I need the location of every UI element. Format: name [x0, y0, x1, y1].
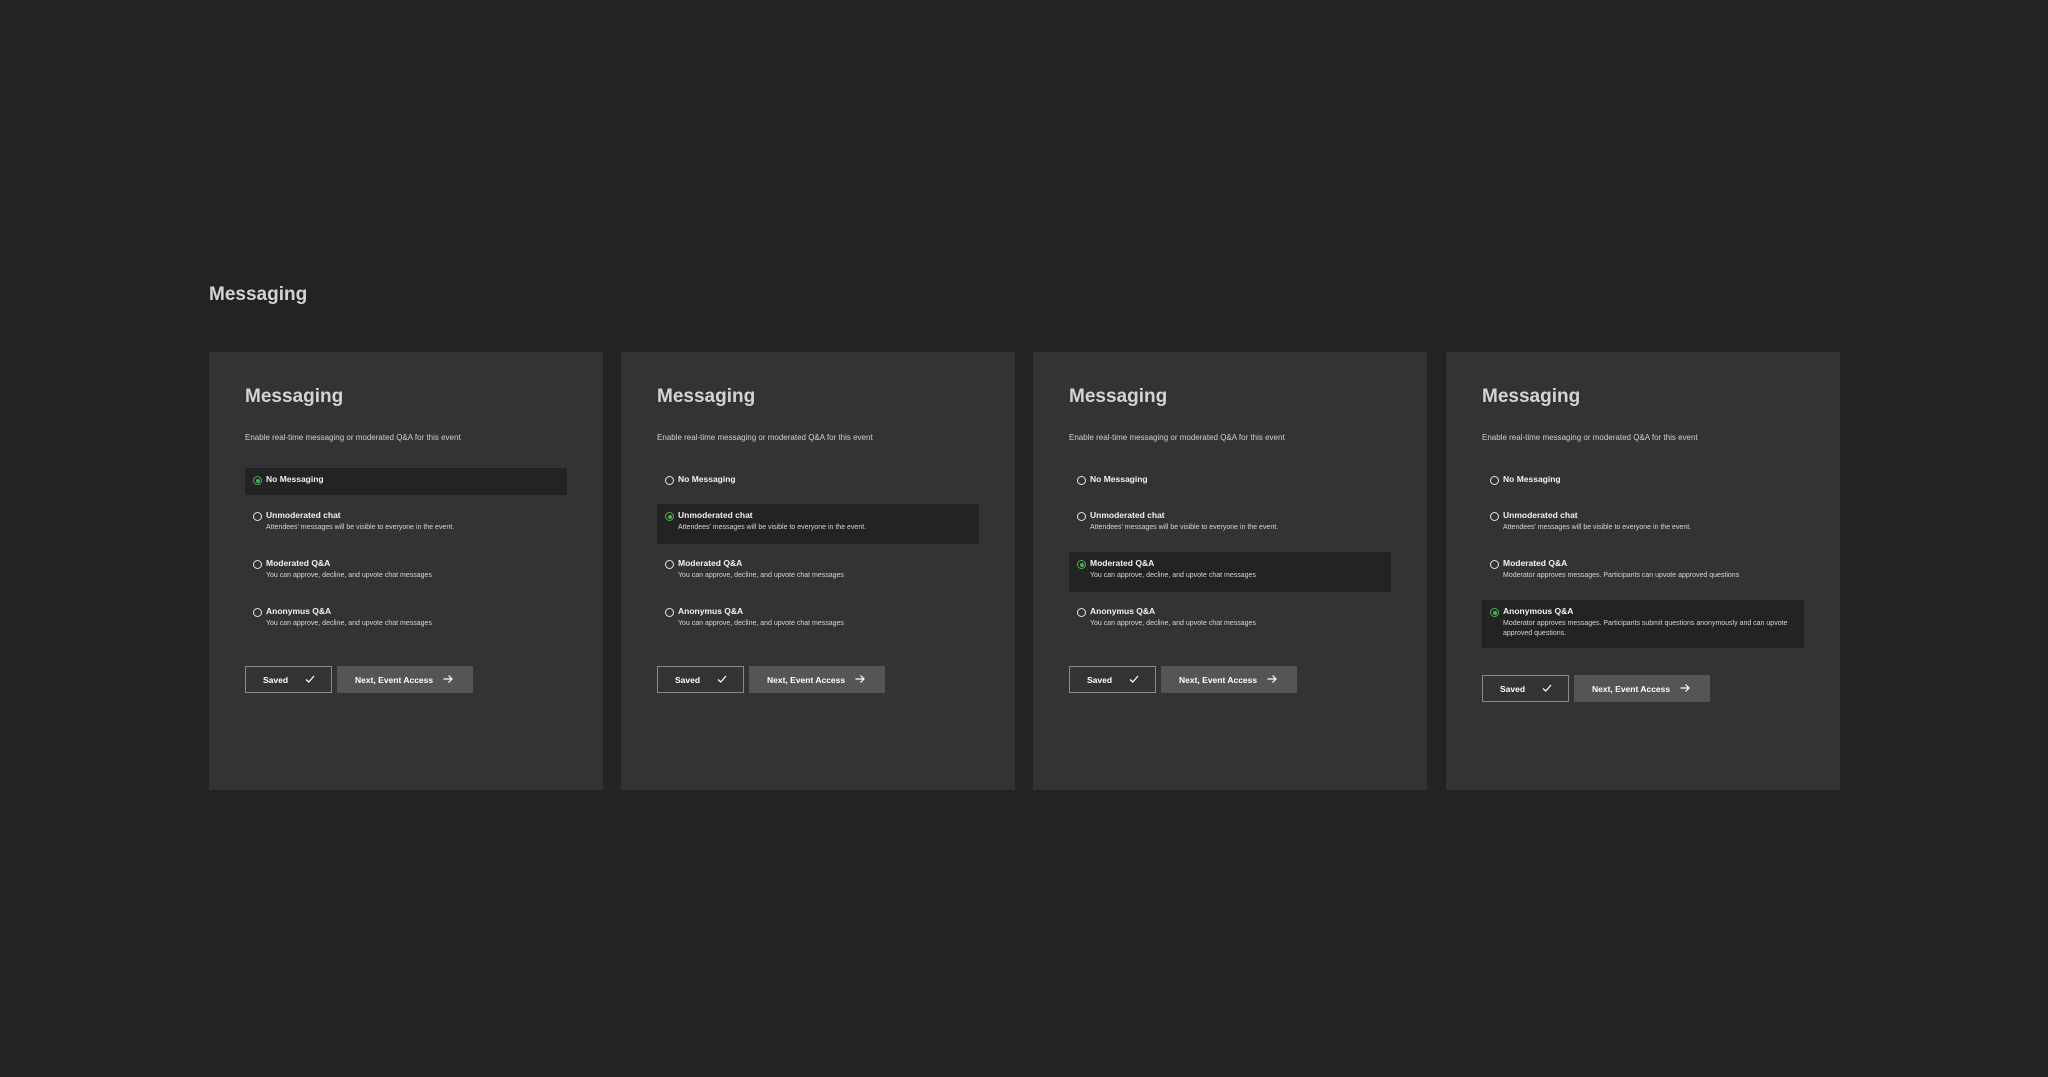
- saved-button-label: Saved: [1500, 683, 1526, 694]
- next-button-label: Next, Event Access: [355, 674, 434, 685]
- option-unmoderated-chat[interactable]: Unmoderated chat Attendees' messages wil…: [1069, 504, 1391, 544]
- option-description: You can approve, decline, and upvote cha…: [678, 620, 844, 627]
- next-button-label: Next, Event Access: [1179, 674, 1258, 685]
- option-moderated-qa[interactable]: Moderated Q&A You can approve, decline, …: [1069, 552, 1391, 592]
- option-description: Attendees' messages will be visible to e…: [1503, 524, 1692, 531]
- option-anonymous-qa[interactable]: Anonymous Q&A Moderator approves message…: [1482, 600, 1804, 648]
- check-icon: [1129, 675, 1139, 683]
- arrow-right-icon: [1680, 684, 1690, 692]
- option-label: Anonymus Q&A: [678, 606, 744, 616]
- check-icon: [717, 675, 727, 683]
- card-title: Messaging: [245, 386, 344, 407]
- radio-icon[interactable]: [253, 560, 262, 569]
- arrow-right-icon: [855, 675, 865, 683]
- saved-button-label: Saved: [263, 674, 289, 685]
- check-icon: [1542, 684, 1552, 692]
- option-label: Unmoderated chat: [266, 510, 341, 520]
- option-no-messaging[interactable]: No Messaging: [657, 468, 979, 495]
- option-description: Attendees' messages will be visible to e…: [1090, 524, 1279, 531]
- option-description: Attendees' messages will be visible to e…: [266, 524, 455, 531]
- option-description: You can approve, decline, and upvote cha…: [266, 572, 432, 579]
- option-no-messaging[interactable]: No Messaging: [1482, 468, 1804, 495]
- option-anonymous-qa[interactable]: Anonymus Q&A You can approve, decline, a…: [657, 600, 979, 640]
- option-description: You can approve, decline, and upvote cha…: [678, 572, 844, 579]
- option-description: You can approve, decline, and upvote cha…: [1090, 620, 1256, 627]
- messaging-card: Messaging Enable real-time messaging or …: [1033, 352, 1427, 790]
- option-description: Attendees' messages will be visible to e…: [678, 524, 867, 531]
- radio-icon[interactable]: [665, 560, 674, 569]
- saved-button[interactable]: Saved: [1069, 666, 1156, 693]
- option-label: No Messaging: [1090, 474, 1148, 484]
- next-event-access-button[interactable]: Next, Event Access: [337, 666, 473, 693]
- card-title: Messaging: [657, 386, 756, 407]
- option-no-messaging[interactable]: No Messaging: [245, 468, 567, 495]
- radio-icon[interactable]: [1077, 608, 1086, 617]
- arrow-right-icon: [443, 675, 453, 683]
- saved-button[interactable]: Saved: [1482, 675, 1569, 702]
- option-description: You can approve, decline, and upvote cha…: [1090, 572, 1256, 579]
- saved-button[interactable]: Saved: [245, 666, 332, 693]
- radio-icon[interactable]: [1490, 560, 1499, 569]
- option-label: Moderated Q&A: [1090, 558, 1155, 568]
- radio-icon[interactable]: [253, 608, 262, 617]
- option-label: Unmoderated chat: [1503, 510, 1578, 520]
- option-label: Moderated Q&A: [678, 558, 743, 568]
- option-anonymous-qa[interactable]: Anonymus Q&A You can approve, decline, a…: [245, 600, 567, 640]
- option-label: Moderated Q&A: [266, 558, 331, 568]
- page-heading: Messaging: [209, 284, 308, 305]
- option-no-messaging[interactable]: No Messaging: [1069, 468, 1391, 495]
- option-label: No Messaging: [266, 474, 324, 484]
- card-subtitle: Enable real-time messaging or moderated …: [657, 433, 873, 442]
- option-label: Unmoderated chat: [678, 510, 753, 520]
- messaging-card: Messaging Enable real-time messaging or …: [621, 352, 1015, 790]
- option-moderated-qa[interactable]: Moderated Q&A Moderator approves message…: [1482, 552, 1804, 592]
- radio-icon[interactable]: [665, 476, 674, 485]
- radio-selected-icon[interactable]: [1490, 608, 1499, 617]
- radio-selected-icon[interactable]: [253, 476, 262, 485]
- next-event-access-button[interactable]: Next, Event Access: [749, 666, 885, 693]
- arrow-right-icon: [1267, 675, 1277, 683]
- card-subtitle: Enable real-time messaging or moderated …: [1482, 433, 1698, 442]
- radio-selected-icon[interactable]: [1077, 560, 1086, 569]
- option-label: Moderated Q&A: [1503, 558, 1568, 568]
- card-title: Messaging: [1482, 386, 1581, 407]
- radio-selected-icon[interactable]: [665, 512, 674, 521]
- radio-icon[interactable]: [253, 512, 262, 521]
- radio-icon[interactable]: [1077, 512, 1086, 521]
- radio-icon[interactable]: [1490, 512, 1499, 521]
- card-subtitle: Enable real-time messaging or moderated …: [245, 433, 461, 442]
- radio-icon[interactable]: [1077, 476, 1086, 485]
- option-description: You can approve, decline, and upvote cha…: [266, 620, 432, 627]
- option-label: No Messaging: [1503, 474, 1561, 484]
- next-button-label: Next, Event Access: [1592, 683, 1671, 694]
- option-label: Anonymus Q&A: [266, 606, 332, 616]
- saved-button-label: Saved: [675, 674, 701, 685]
- card-title: Messaging: [1069, 386, 1168, 407]
- next-event-access-button[interactable]: Next, Event Access: [1161, 666, 1297, 693]
- saved-button-label: Saved: [1087, 674, 1113, 685]
- option-unmoderated-chat[interactable]: Unmoderated chat Attendees' messages wil…: [657, 504, 979, 544]
- saved-button[interactable]: Saved: [657, 666, 744, 693]
- option-anonymous-qa[interactable]: Anonymus Q&A You can approve, decline, a…: [1069, 600, 1391, 640]
- next-button-label: Next, Event Access: [767, 674, 846, 685]
- messaging-card: Messaging Enable real-time messaging or …: [1446, 352, 1840, 790]
- messaging-card: Messaging Enable real-time messaging or …: [209, 352, 603, 790]
- option-label: Anonymus Q&A: [1090, 606, 1156, 616]
- option-description: Moderator approves messages. Participant…: [1503, 572, 1740, 579]
- check-icon: [305, 675, 315, 683]
- option-moderated-qa[interactable]: Moderated Q&A You can approve, decline, …: [657, 552, 979, 592]
- option-label: No Messaging: [678, 474, 736, 484]
- option-moderated-qa[interactable]: Moderated Q&A You can approve, decline, …: [245, 552, 567, 592]
- option-unmoderated-chat[interactable]: Unmoderated chat Attendees' messages wil…: [1482, 504, 1804, 544]
- option-unmoderated-chat[interactable]: Unmoderated chat Attendees' messages wil…: [245, 504, 567, 544]
- card-subtitle: Enable real-time messaging or moderated …: [1069, 433, 1285, 442]
- radio-icon[interactable]: [1490, 476, 1499, 485]
- option-description: Moderator approves messages. Participant…: [1503, 620, 1788, 637]
- option-label: Anonymous Q&A: [1503, 606, 1574, 616]
- option-label: Unmoderated chat: [1090, 510, 1165, 520]
- radio-icon[interactable]: [665, 608, 674, 617]
- next-event-access-button[interactable]: Next, Event Access: [1574, 675, 1710, 702]
